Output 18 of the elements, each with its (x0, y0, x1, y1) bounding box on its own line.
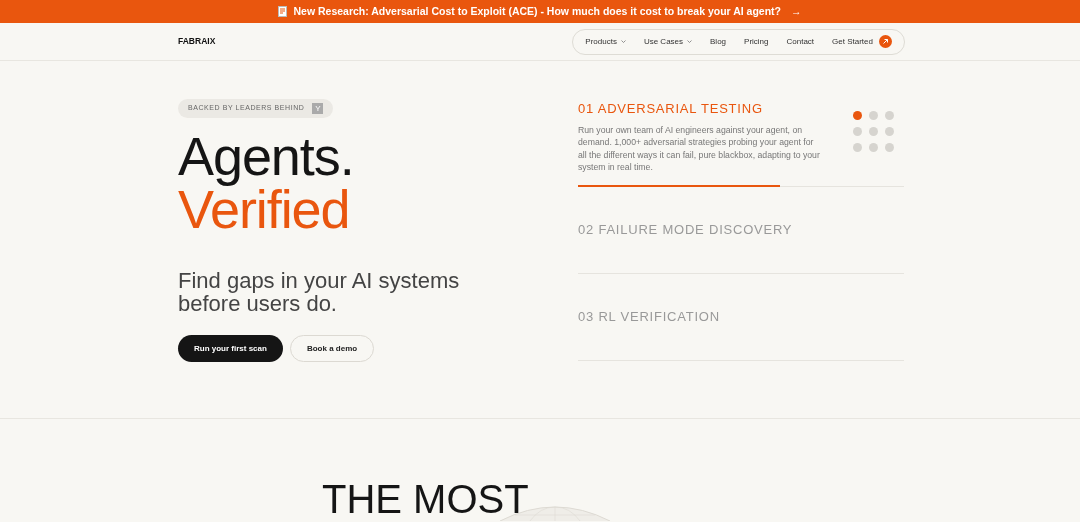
announcement-banner[interactable]: New Research: Adversarial Cost to Exploit (ACE) - How much does it cost to break your AI agent? → (0, 0, 1080, 23)
get-started-link[interactable]: Get Started (832, 35, 892, 48)
chevron-icon (620, 40, 626, 43)
banner-text: New Research: Adversarial Cost to Exploit (ACE) - How much does it cost to break your AI agent? (293, 3, 782, 19)
nav-link[interactable]: Use Cases (643, 35, 693, 48)
scan-button[interactable]: Run your first scan (178, 335, 283, 362)
section-heading: THE MOST (322, 479, 529, 519)
nav-link[interactable]: Blog (710, 35, 727, 48)
feature-description: Run your own team of AI engineers against your agent, on demand. 1,000+ adversarial strategies probing your agent for all the different ways it can fail, pure blackbox, adapting to your system in real time. (578, 123, 820, 174)
nav-link[interactable]: Products (585, 35, 626, 48)
document-icon (278, 6, 288, 17)
nav-link[interactable]: Contact (786, 35, 815, 48)
partner-logo: Y (312, 103, 324, 114)
nav-link[interactable]: Pricing (744, 35, 769, 48)
chevron-icon (687, 40, 693, 43)
hero-subtitle: Find gaps in your AI systems before users do. (178, 269, 461, 315)
arrow-text: → (791, 3, 802, 19)
logo[interactable]: FABRAIX (178, 35, 216, 48)
